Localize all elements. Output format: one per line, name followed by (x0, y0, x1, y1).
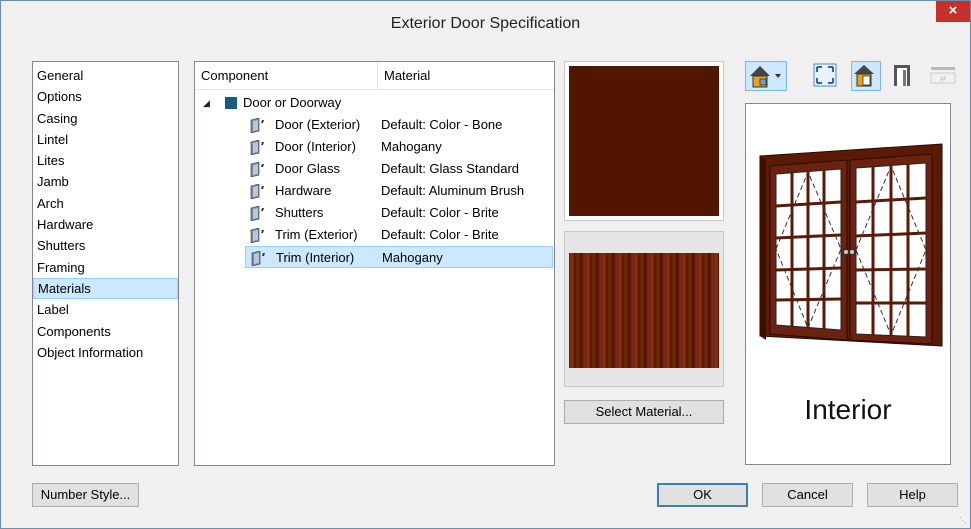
material-color-swatch (564, 61, 724, 221)
tree-row[interactable]: Trim (Interior) Mahogany (245, 246, 553, 268)
door-frame-icon (894, 65, 910, 86)
tree-row[interactable]: Trim (Exterior) Default: Color - Brite (245, 224, 553, 246)
nav-item-object-information[interactable]: Object Information (33, 342, 178, 363)
tree-row[interactable]: Hardware Default: Aluminum Brush (245, 180, 553, 202)
nav-item-general[interactable]: General (33, 65, 178, 86)
component-name: Door (Interior) (275, 139, 356, 154)
tree-header: Component Material (195, 62, 554, 90)
component-tree: Component Material ◢ Door or Doorway Doo… (194, 61, 555, 466)
svg-text:⇄: ⇄ (940, 75, 946, 83)
door-preview[interactable]: Interior (745, 103, 951, 465)
title-bar[interactable]: Exterior Door Specification × (1, 1, 970, 43)
help-button[interactable]: Help (867, 483, 958, 507)
fit-view-icon (813, 63, 837, 87)
dialog-body: General Options Casing Lintel Lites Jamb Arch H… (10, 43, 961, 521)
nav-item-label[interactable]: Label (33, 299, 178, 320)
dialog-window: Exterior Door Specification × General Opt… (0, 0, 971, 529)
nav-item-components[interactable]: Components (33, 321, 178, 342)
column-header-component[interactable]: Component (201, 68, 268, 83)
material-texture-swatch (564, 231, 724, 387)
nav-item-materials[interactable]: Materials (33, 277, 178, 300)
preview-toolbar: ⇄ (745, 59, 961, 93)
close-button[interactable]: × (936, 1, 970, 22)
door-view-icon (854, 65, 874, 87)
wood-texture-preview (569, 253, 719, 368)
tree-row[interactable]: Door (Exterior) Default: Color - Bone (245, 114, 553, 136)
material-name: Default: Color - Brite (381, 205, 499, 220)
component-icon (250, 206, 264, 221)
select-material-button[interactable]: Select Material... (564, 400, 724, 424)
category-list: General Options Casing Lintel Lites Jamb Arch H… (32, 61, 179, 466)
reset-button[interactable]: ⇄ (928, 61, 958, 91)
preview-side-label: Interior (804, 394, 892, 425)
component-name: Door Glass (275, 161, 341, 176)
nav-item-casing[interactable]: Casing (33, 108, 178, 129)
nav-item-jamb[interactable]: Jamb (33, 171, 178, 192)
door-object-icon (225, 97, 237, 109)
nav-item-hardware[interactable]: Hardware (33, 214, 178, 235)
nav-item-arch[interactable]: Arch (33, 193, 178, 214)
nav-item-lintel[interactable]: Lintel (33, 129, 178, 150)
door-view-button[interactable] (851, 61, 881, 91)
material-name: Mahogany (382, 250, 443, 265)
component-icon (250, 118, 264, 133)
fit-view-button[interactable] (811, 61, 841, 91)
component-icon (250, 140, 264, 155)
tree-row[interactable]: Door Glass Default: Glass Standard (245, 158, 553, 180)
component-name: Hardware (275, 183, 332, 198)
number-style-button[interactable]: Number Style... (32, 483, 139, 507)
view-mode-button[interactable] (745, 61, 787, 91)
cancel-button[interactable]: Cancel (762, 483, 853, 507)
dialog-title: Exterior Door Specification (390, 15, 581, 32)
ok-button[interactable]: OK (657, 483, 748, 507)
nav-item-lites[interactable]: Lites (33, 150, 178, 171)
material-name: Default: Color - Bone (381, 117, 503, 132)
component-icon (250, 228, 264, 243)
door-3d-preview-image (759, 143, 943, 347)
material-name: Default: Glass Standard (381, 161, 520, 176)
component-name: Trim (Exterior) (275, 227, 358, 242)
component-name: Door (Exterior) (275, 117, 361, 132)
component-name: Shutters (275, 205, 324, 220)
tree-root-label: Door or Doorway (243, 95, 342, 110)
component-icon (250, 184, 264, 199)
material-name: Default: Color - Brite (381, 227, 499, 242)
door-frame-button[interactable] (888, 61, 918, 91)
component-name: Trim (Interior) (276, 250, 355, 265)
component-icon (251, 251, 265, 266)
tree-row[interactable]: Shutters Default: Color - Brite (245, 202, 553, 224)
solid-color-preview (569, 66, 719, 216)
nav-item-framing[interactable]: Framing (33, 257, 178, 278)
view-mode-icon (750, 66, 781, 88)
reset-icon: ⇄ (930, 67, 956, 84)
nav-item-options[interactable]: Options (33, 86, 178, 107)
component-icon (250, 162, 264, 177)
column-header-material[interactable]: Material (384, 68, 430, 83)
collapse-arrow-icon[interactable]: ◢ (203, 92, 210, 114)
material-name: Default: Aluminum Brush (381, 183, 525, 198)
material-name: Mahogany (381, 139, 442, 154)
column-separator[interactable] (377, 62, 378, 90)
resize-grip-icon[interactable]: ⋱ (959, 516, 967, 525)
nav-item-shutters[interactable]: Shutters (33, 235, 178, 256)
tree-row[interactable]: Door (Interior) Mahogany (245, 136, 553, 158)
